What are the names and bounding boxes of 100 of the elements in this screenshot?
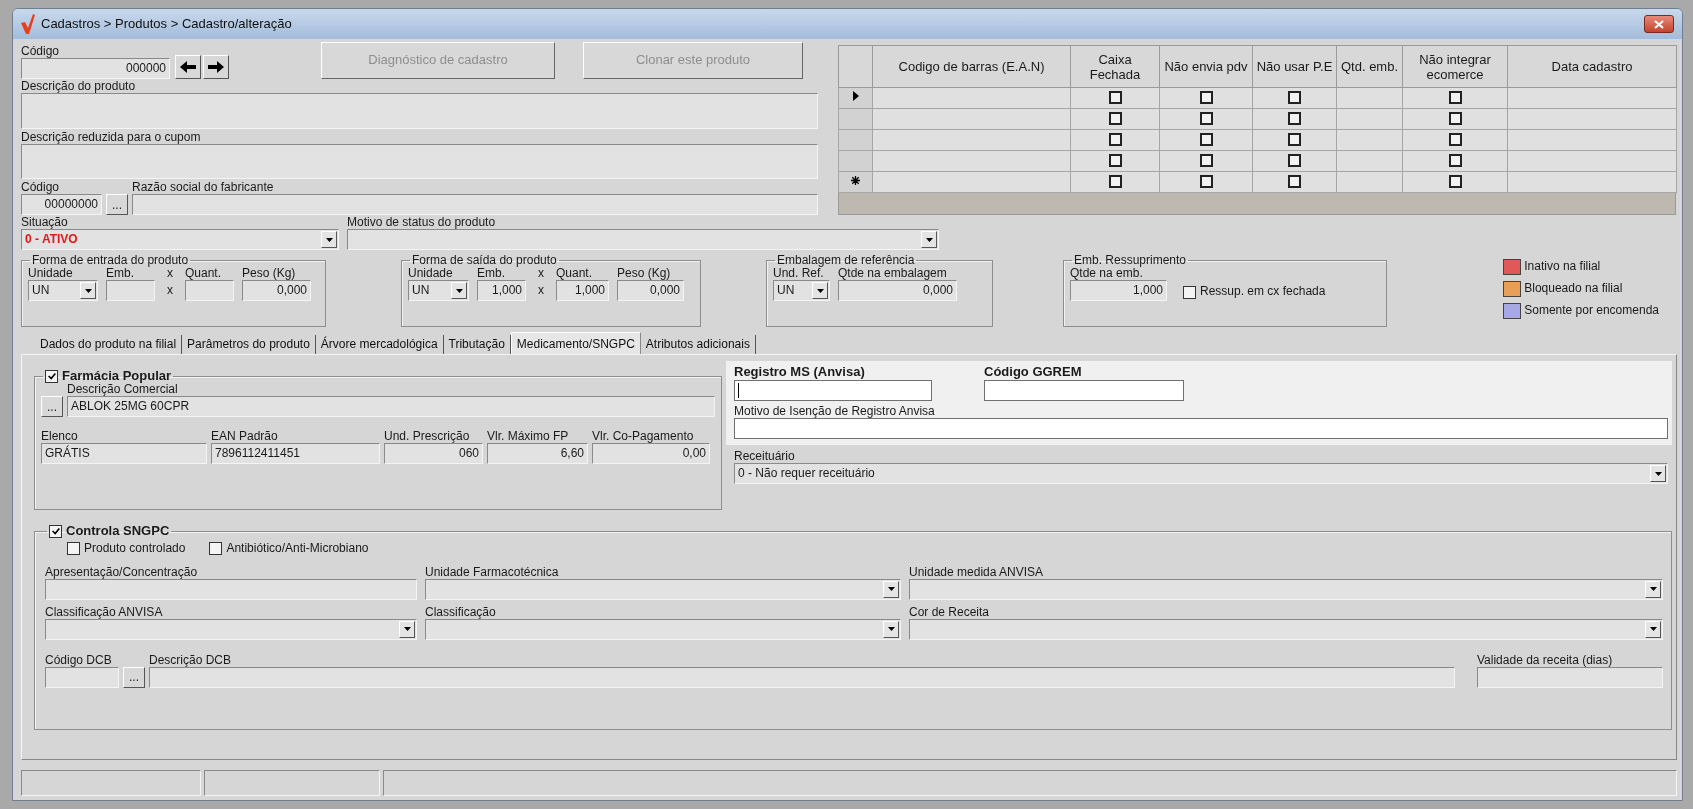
previous-button[interactable]	[175, 55, 201, 79]
text-field[interactable]: 1,000	[1070, 280, 1167, 301]
row-header[interactable]	[838, 87, 873, 109]
next-button[interactable]	[203, 55, 229, 79]
checkbox[interactable]	[1288, 175, 1301, 189]
dropdown-button[interactable]	[451, 282, 467, 299]
dropdown-button[interactable]	[1645, 620, 1661, 638]
field-label: Quant.	[556, 267, 594, 280]
text-field[interactable]: 0,00	[592, 443, 710, 464]
text-field[interactable]: ABLOK 25MG 60CPR	[67, 396, 715, 417]
text-field[interactable]	[149, 666, 1455, 688]
text-field[interactable]: 000000	[21, 58, 170, 79]
text-field[interactable]: GRÁTIS	[41, 443, 207, 464]
text-field[interactable]	[21, 93, 818, 129]
dropdown[interactable]: UN	[28, 280, 98, 301]
dropdown[interactable]: 0 - Não requer receituário	[734, 463, 1668, 484]
column-header[interactable]: Não usar P.E	[1252, 45, 1337, 88]
checkbox[interactable]	[1108, 154, 1122, 168]
text-field[interactable]	[106, 280, 155, 301]
checkbox[interactable]	[1199, 112, 1213, 126]
text-field[interactable]	[45, 578, 417, 600]
checkbox-label: Ressup. em cx fechada	[1200, 285, 1326, 299]
checkbox[interactable]	[1448, 154, 1462, 168]
row-header[interactable]	[838, 171, 873, 193]
dropdown[interactable]: UN	[408, 280, 469, 301]
text-field[interactable]: 0,000	[838, 280, 957, 301]
checkbox[interactable]	[1199, 175, 1213, 189]
lookup-button[interactable]: ...	[123, 666, 145, 688]
field-label: Motivo de Isenção de Registro Anvisa	[734, 405, 936, 418]
checkbox[interactable]	[1199, 91, 1213, 105]
row-pointer-icon	[852, 91, 859, 102]
group-title: Forma de entrada do produto	[32, 253, 189, 267]
text-field[interactable]: 0,000	[617, 280, 684, 301]
checkbox[interactable]	[1199, 133, 1213, 147]
caret-icon	[325, 237, 333, 242]
checkbox[interactable]	[1288, 91, 1301, 105]
column-header[interactable]: Não integrar ecomerce	[1402, 45, 1508, 88]
tab[interactable]: Medicamento/SNGPC	[510, 332, 641, 354]
close-button[interactable]	[1644, 15, 1674, 33]
text-field[interactable]	[185, 280, 234, 301]
checkmark-logo-icon	[21, 14, 35, 34]
text-field[interactable]	[984, 380, 1184, 401]
dropdown-button[interactable]	[80, 282, 96, 299]
dropdown-button[interactable]	[921, 231, 937, 248]
field-label: Elenco	[41, 430, 79, 443]
dropdown-button[interactable]	[1645, 580, 1661, 598]
field-label: Unidade Farmacotécnica	[425, 565, 560, 579]
group-title: Controla SNGPC	[66, 524, 170, 538]
dropdown[interactable]: 0 - ATIVO	[21, 229, 339, 250]
checkbox[interactable]	[1448, 133, 1462, 147]
caret-icon	[84, 288, 92, 293]
checkbox[interactable]	[1108, 112, 1122, 126]
text-field[interactable]: 1,000	[477, 280, 526, 301]
field-label: Classificação	[425, 605, 497, 619]
column-header[interactable]: Codigo de barras (E.A.N)	[872, 45, 1071, 88]
dropdown[interactable]: UN	[773, 280, 830, 301]
text-field[interactable]	[45, 666, 119, 688]
checkbox[interactable]	[67, 542, 80, 556]
dropdown-button[interactable]	[1650, 465, 1666, 482]
text-field[interactable]	[1477, 666, 1663, 688]
dropdown-button[interactable]	[812, 282, 828, 299]
checkbox[interactable]	[1108, 175, 1122, 189]
dropdown-button[interactable]	[321, 231, 337, 248]
caret-icon	[403, 627, 411, 632]
text-field[interactable]	[734, 380, 932, 401]
column-header[interactable]: Não envia pdv	[1159, 45, 1253, 88]
field-label: Descrição reduzida para o cupom	[21, 130, 202, 144]
checkbox[interactable]	[1288, 112, 1301, 126]
dropdown-button[interactable]	[883, 580, 899, 598]
text-field[interactable]: 060	[384, 443, 483, 464]
text-field[interactable]	[21, 143, 818, 179]
checkbox[interactable]	[45, 369, 58, 383]
checkbox[interactable]	[1448, 91, 1462, 105]
text-field[interactable]	[132, 194, 818, 215]
dropdown-button[interactable]	[883, 620, 899, 638]
times-sign: x	[167, 267, 173, 280]
lookup-button[interactable]: ...	[106, 194, 128, 215]
checkbox[interactable]	[209, 542, 223, 556]
text-field[interactable]: 0,000	[242, 280, 311, 301]
times-sign: x	[537, 282, 545, 299]
text-field[interactable]: 7896112411451	[211, 443, 380, 464]
checkbox[interactable]	[1448, 175, 1462, 189]
checkbox[interactable]	[1199, 154, 1213, 168]
dropdown-button[interactable]	[399, 620, 415, 638]
column-header[interactable]: Data cadastro	[1507, 45, 1677, 88]
column-header[interactable]: Qtd. emb.	[1336, 45, 1403, 88]
text-field[interactable]	[734, 418, 1668, 439]
checkbox[interactable]	[1108, 91, 1122, 105]
checkbox[interactable]	[49, 524, 62, 538]
field-label: Descrição do produto	[21, 80, 137, 93]
checkbox[interactable]	[1288, 154, 1301, 168]
checkbox[interactable]	[1108, 133, 1122, 147]
text-field[interactable]: 1,000	[556, 280, 609, 301]
text-field[interactable]: 6,60	[487, 443, 588, 464]
column-header[interactable]: Caixa Fechada	[1070, 45, 1160, 88]
checkbox[interactable]	[1183, 285, 1196, 299]
lookup-button[interactable]: ...	[41, 396, 63, 417]
checkbox[interactable]	[1288, 133, 1301, 147]
text-field[interactable]: 00000000	[21, 194, 102, 215]
checkbox[interactable]	[1448, 112, 1462, 126]
